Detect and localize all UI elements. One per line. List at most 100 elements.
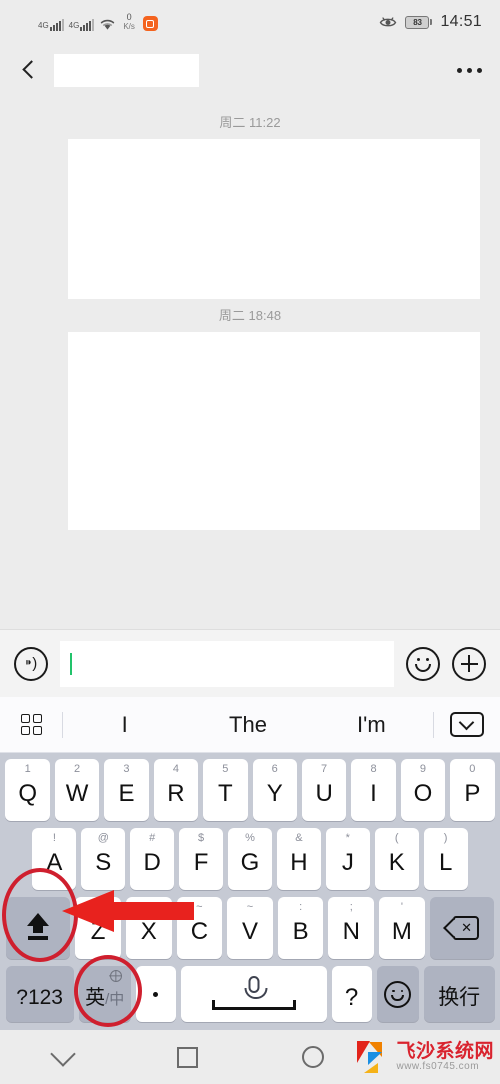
key-c[interactable]: ~ C: [176, 897, 223, 959]
site-watermark: 飞沙系统网 www.fs0745.com: [357, 1041, 494, 1073]
key-p[interactable]: 0P: [450, 759, 495, 821]
key-e[interactable]: 3E: [104, 759, 149, 821]
spacebar-line-icon: [211, 1000, 296, 1010]
key-hint: 1: [24, 763, 31, 775]
key-hint: ): [443, 832, 448, 844]
key-f[interactable]: $ F: [179, 828, 224, 890]
key-hint: 0: [469, 763, 476, 775]
more-options-icon[interactable]: [457, 67, 482, 73]
key-label: O: [413, 779, 433, 807]
key-m[interactable]: ' M: [379, 897, 425, 959]
key-hint: !: [52, 832, 56, 844]
key-label: A: [46, 848, 63, 876]
key-u[interactable]: 7U: [301, 759, 347, 821]
key-label: X: [140, 917, 157, 945]
shift-key[interactable]: [5, 897, 71, 959]
network-speed-unit: K/s: [123, 22, 135, 31]
hide-keyboard-icon[interactable]: [0, 1040, 125, 1067]
key-hint: :: [299, 901, 303, 913]
virtual-keyboard: 1Q 2W 3E 4R 5T 6Y 7U 8I 9O 0P ! A @ S # D $…: [0, 753, 500, 1030]
keyboard-grid-icon[interactable]: [0, 714, 62, 735]
key-label: V: [241, 917, 258, 945]
home-icon[interactable]: [250, 1046, 375, 1068]
network-speed-value: 0: [126, 12, 132, 22]
key-hint: @: [97, 832, 109, 844]
key-n[interactable]: ; N: [328, 897, 375, 959]
message-bubble[interactable]: [68, 332, 480, 530]
key-label: W: [65, 779, 89, 807]
key-o[interactable]: 9O: [400, 759, 446, 821]
key-h[interactable]: & H: [276, 828, 321, 890]
voice-wave-glyph: ⁍): [24, 655, 38, 672]
key-hint: &: [295, 832, 303, 844]
shift-arrow-icon: [25, 913, 51, 943]
key-hint: ~: [196, 901, 203, 913]
keyboard-row-1: 1Q 2W 3E 4R 5T 6Y 7U 8I 9O 0P: [3, 759, 497, 821]
symbols-key[interactable]: ?123: [5, 966, 74, 1022]
key-label: U: [315, 779, 333, 807]
key-b[interactable]: :B: [277, 897, 324, 959]
key-y[interactable]: 6Y: [252, 759, 297, 821]
key-hint: $: [198, 832, 205, 844]
key-g[interactable]: % G: [228, 828, 272, 890]
key-v[interactable]: ~ V: [227, 897, 273, 959]
key-hint: -: [96, 901, 100, 913]
keyboard-row-2: ! A @ S # D $ F % G & H * J (K ) L: [3, 828, 497, 890]
network-type-label-2: 4G: [68, 21, 80, 30]
key-label: I: [370, 779, 377, 807]
message-bubble[interactable]: [68, 139, 480, 299]
key-q[interactable]: 1Q: [5, 759, 50, 821]
key-hint: 4: [172, 763, 179, 775]
suggestion-item-2[interactable]: The: [186, 712, 309, 738]
space-key[interactable]: [180, 966, 327, 1022]
plus-circle-icon[interactable]: [452, 646, 486, 681]
row2-spacer: [473, 828, 495, 890]
recent-apps-icon[interactable]: [125, 1046, 250, 1068]
key-z[interactable]: -Z: [75, 897, 121, 959]
key-i[interactable]: 8I: [351, 759, 396, 821]
chat-message-list[interactable]: 周二 11:22 周二 18:48: [0, 96, 500, 629]
key-hint: %: [245, 832, 255, 844]
message-timestamp: 周二 11:22: [219, 115, 281, 130]
key-l[interactable]: ) L: [423, 828, 468, 890]
key-hint: (: [394, 832, 399, 844]
key-r[interactable]: 4R: [153, 759, 199, 821]
wifi-icon: [101, 19, 115, 30]
key-label: C: [190, 917, 209, 945]
emoji-key-icon: [384, 980, 412, 1008]
lang-primary-label: 英: [85, 986, 106, 1009]
suggestion-item-1[interactable]: I: [63, 712, 186, 738]
emoji-smiley-icon[interactable]: [406, 646, 440, 681]
signal-indicator-2: 4G: [69, 19, 95, 31]
key-hint: #: [149, 832, 156, 844]
message-input-bar: ⁍): [0, 629, 500, 697]
message-input-field[interactable]: [60, 640, 394, 687]
collapse-keyboard-icon[interactable]: [434, 712, 500, 737]
key-a[interactable]: ! A: [32, 828, 77, 890]
key-d[interactable]: # D: [130, 828, 175, 890]
key-label: J: [341, 848, 354, 876]
keyboard-row-4: ?123 英 /中 ? 换行: [3, 966, 497, 1022]
suggestion-item-3[interactable]: I'm: [310, 712, 433, 738]
emoji-key[interactable]: [376, 966, 419, 1022]
period-dot-icon: [153, 991, 159, 997]
key-label: Z: [90, 917, 106, 945]
key-t[interactable]: 5T: [203, 759, 248, 821]
question-mark-key[interactable]: ?: [331, 966, 372, 1022]
key-s[interactable]: @ S: [81, 828, 126, 890]
back-chevron-icon[interactable]: [18, 58, 42, 82]
key-k[interactable]: (K: [374, 828, 419, 890]
nav-header: [0, 44, 500, 96]
key-w[interactable]: 2W: [54, 759, 100, 821]
key-hint: /: [147, 901, 151, 913]
period-key[interactable]: [135, 966, 176, 1022]
key-x[interactable]: / X: [125, 897, 172, 959]
key-j[interactable]: * J: [325, 828, 370, 890]
backspace-key[interactable]: ✕: [429, 897, 495, 959]
enter-key[interactable]: 换行: [423, 966, 495, 1022]
status-bar: 4G 4G 0 K/s 83 14:51: [0, 0, 500, 44]
key-hint: 7: [321, 763, 328, 775]
voice-input-icon[interactable]: ⁍): [14, 646, 48, 681]
language-toggle-key[interactable]: 英 /中: [78, 966, 131, 1022]
key-label: ?123: [16, 986, 63, 1009]
